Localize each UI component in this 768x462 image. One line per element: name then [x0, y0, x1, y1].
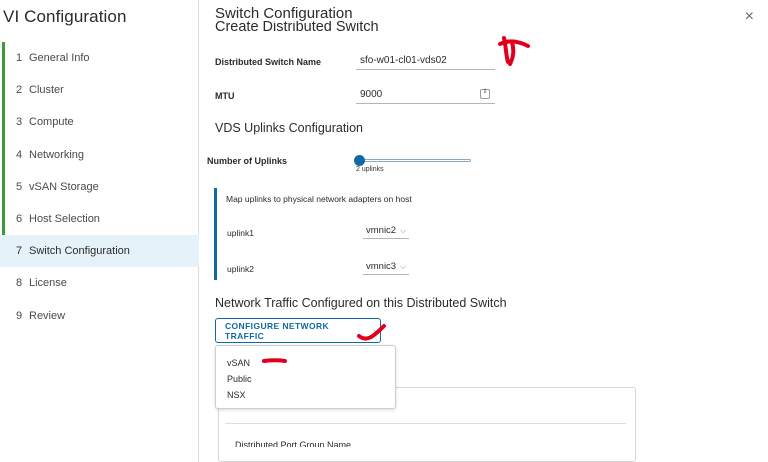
switch-name-label: Distributed Switch Name: [215, 57, 322, 67]
page-subtitle: Create Distributed Switch: [215, 21, 379, 33]
wizard-step-label: vSAN Storage: [29, 180, 99, 193]
menu-item-nsx[interactable]: NSX: [216, 387, 395, 403]
wizard-step-2[interactable]: 2 Cluster: [0, 74, 199, 107]
wizard-step-number: 8: [16, 277, 23, 290]
wizard-step-7[interactable]: 7 Switch Configuration: [0, 235, 199, 268]
uplink-mapping-heading: Map uplinks to physical network adapters…: [226, 194, 412, 204]
wizard-step-label: Switch Configuration: [29, 245, 130, 258]
uplinks-slider-track[interactable]: [358, 159, 471, 162]
wizard-step-8[interactable]: 8 License: [0, 267, 199, 299]
wizard-step-6[interactable]: 6 Host Selection: [0, 202, 199, 236]
page-title: Switch Configuration: [215, 5, 353, 22]
wizard-step-label: Host Selection: [29, 213, 100, 226]
configure-network-traffic-button[interactable]: CONFIGURE NETWORK TRAFFIC ⌵: [215, 318, 381, 343]
wizard-step-label: Networking: [29, 148, 85, 161]
wizard-step-label: Review: [29, 309, 66, 322]
wizard-step-label: License: [29, 277, 67, 290]
wizard-steps: 1 General Info 2 Cluster 3 Compute 4 Networking…: [0, 42, 199, 332]
wizard-sidebar: VI Configuration 1 General Info 2 Cluster 3 C…: [0, 0, 199, 462]
chevron-down-icon: ⌵: [400, 262, 407, 271]
wizard-step-number: 6: [16, 213, 23, 226]
uplink1-adapter-select[interactable]: vmnic2 ⌵: [363, 225, 410, 239]
wizard-step-5[interactable]: 5 vSAN Storage: [0, 170, 199, 204]
wizard-step-number: 4: [16, 148, 23, 161]
wizard-step-number: 1: [16, 52, 23, 65]
configure-network-traffic-label: CONFIGURE NETWORK TRAFFIC: [225, 320, 330, 341]
network-traffic-menu: vSAN Public NSX: [215, 345, 396, 409]
wizard-step-label: Compute: [29, 116, 74, 129]
uplinks-section-title: VDS Uplinks Configuration: [215, 121, 363, 135]
wizard-step-9[interactable]: 9 Review: [0, 300, 199, 332]
mtu-spinner-icon[interactable]: ⇕: [480, 89, 490, 99]
traffic-section-title: Network Traffic Configured on this Distr…: [215, 296, 507, 310]
uplinks-count-label: Number of Uplinks: [207, 156, 288, 166]
port-group-name-label: Distributed Port Group Name: [235, 440, 352, 447]
page-header: Switch Configuration Create Distributed …: [215, 6, 379, 33]
wizard-step-3[interactable]: 3 Compute: [0, 106, 199, 139]
uplink2-label: uplink2: [227, 264, 254, 274]
menu-item-vsan[interactable]: vSAN: [216, 355, 395, 371]
uplink2-adapter-value: vmnic3: [366, 261, 397, 272]
wizard-step-label: Cluster: [29, 84, 64, 97]
close-icon[interactable]: ×: [745, 9, 754, 25]
menu-item-public[interactable]: Public: [216, 371, 395, 387]
uplink1-label: uplink1: [227, 228, 254, 238]
annotation-scribble-mark: [498, 36, 530, 66]
wizard-step-label: General Info: [29, 52, 90, 65]
uplink2-adapter-select[interactable]: vmnic3 ⌵: [363, 261, 410, 275]
wizard-step-number: 5: [16, 180, 23, 193]
chevron-down-icon: ⌵: [400, 226, 407, 235]
uplink-mapping-accent: [214, 188, 217, 280]
app-title: VI Configuration: [3, 7, 127, 26]
mtu-input[interactable]: [356, 89, 495, 104]
uplinks-count-caption: 2 uplinks: [356, 166, 384, 173]
uplinks-slider-handle[interactable]: [354, 155, 365, 166]
mtu-label: MTU: [215, 91, 235, 101]
wizard-step-4[interactable]: 4 Networking: [0, 138, 199, 171]
wizard-step-number: 9: [16, 309, 23, 322]
card-divider: [225, 423, 626, 424]
uplink1-adapter-value: vmnic2: [366, 225, 397, 236]
wizard-step-number: 7: [16, 245, 23, 258]
wizard-step-number: 3: [16, 116, 23, 129]
chevron-down-icon: ⌵: [373, 325, 380, 335]
wizard-step-number: 2: [16, 84, 23, 97]
wizard-step-1[interactable]: 1 General Info: [0, 42, 199, 75]
switch-name-input[interactable]: [356, 55, 495, 70]
